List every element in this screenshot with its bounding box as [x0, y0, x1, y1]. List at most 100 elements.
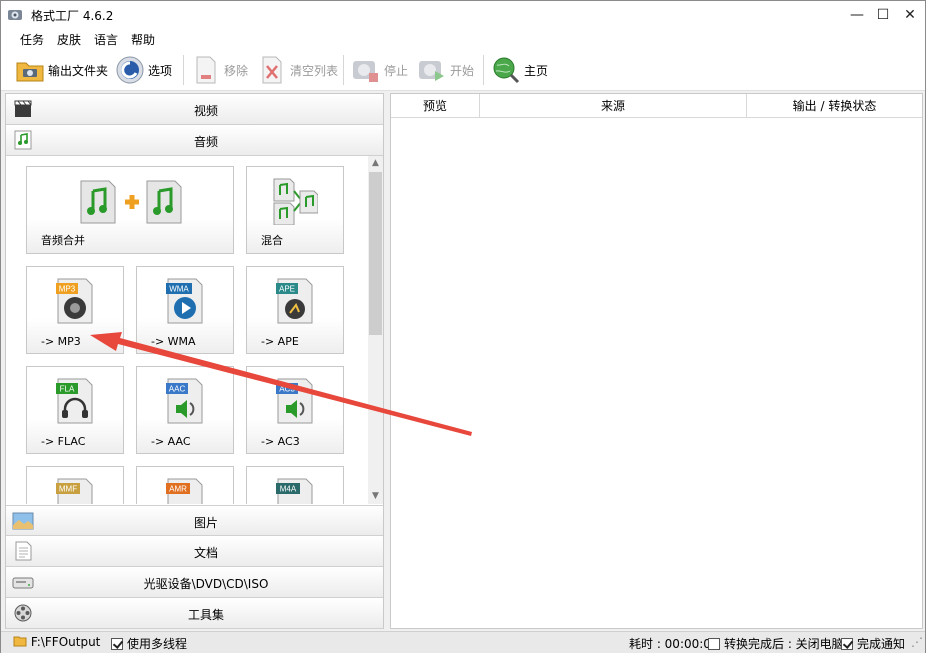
category-audio[interactable]: 音频 [6, 125, 383, 156]
audio-mix-label: 混合 [261, 234, 283, 247]
output-folder-label: 输出文件夹 [48, 63, 109, 78]
to-ac3-label: -> AC3 [261, 435, 300, 448]
audio-mix-tile[interactable]: 混合 [246, 166, 344, 254]
checkbox-checked-icon [841, 638, 853, 650]
ape-headphone-icon: APE [247, 277, 343, 325]
remove-button[interactable]: 移除 [191, 53, 248, 87]
options-label: 选项 [148, 63, 173, 78]
category-video[interactable]: 视频 [6, 94, 383, 125]
to-amr-tile[interactable]: AMR [136, 466, 234, 504]
category-document[interactable]: 文档 [6, 536, 383, 567]
mp3-badge: MP3 [59, 285, 76, 294]
status-bar: F:\FFOutput 使用多线程 耗时 : 00:00:00 转换完成后 : … [1, 631, 925, 653]
remove-label: 移除 [224, 63, 249, 78]
checkbox-unchecked-icon [708, 638, 720, 650]
home-label: 主页 [524, 63, 549, 78]
clear-list-button[interactable]: 清空列表 [257, 53, 338, 87]
after-convert-label: 转换完成后 : 关闭电脑 [724, 637, 844, 651]
to-ac3-tile[interactable]: AC3 -> AC3 [246, 366, 344, 454]
maximize-button[interactable]: ☐ [869, 1, 897, 29]
to-ape-tile[interactable]: APE -> APE [246, 266, 344, 354]
category-document-label: 文档 [193, 546, 218, 560]
app-logo-icon [8, 10, 22, 20]
scroll-up-arrow-icon[interactable]: ▲ [368, 156, 383, 171]
amr-badge: AMR [169, 485, 187, 494]
flac-headphone-icon: FLA [27, 377, 123, 425]
start-label: 开始 [450, 63, 475, 78]
m4a-icon: M4A [247, 477, 343, 504]
category-tools-label: 工具集 [187, 608, 224, 622]
start-icon [417, 55, 447, 85]
options-button[interactable]: 选项 [115, 53, 172, 87]
audio-tools-grid: 音频合并 混合 MP3 -> MP3 WMA -> WMA APE -> APE… [6, 156, 383, 504]
to-flac-label: -> FLAC [41, 435, 86, 448]
start-button[interactable]: 开始 [417, 53, 474, 87]
ac3-badge: AC3 [279, 385, 295, 394]
minimize-button[interactable]: — [843, 1, 871, 29]
elapsed-time: 耗时 : 00:00:00 [629, 637, 719, 651]
stop-icon [351, 55, 381, 85]
menu-language[interactable]: 语言 [94, 31, 118, 48]
audio-mix-icon [247, 177, 343, 225]
task-list: 预览 来源 输出 / 转换状态 [390, 93, 923, 629]
clear-list-label: 清空列表 [290, 63, 339, 78]
wma-badge: WMA [169, 285, 189, 294]
to-aac-label: -> AAC [151, 435, 191, 448]
amr-icon: AMR [137, 477, 233, 504]
column-preview[interactable]: 预览 [391, 94, 480, 118]
category-image[interactable]: 图片 [6, 505, 383, 536]
to-m4a-tile[interactable]: M4A [246, 466, 344, 504]
mmf-icon: MMF [27, 477, 123, 504]
globe-search-icon [491, 55, 521, 85]
to-flac-tile[interactable]: FLA -> FLAC [26, 366, 124, 454]
to-mmf-tile[interactable]: MMF [26, 466, 124, 504]
audio-grid-scrollbar[interactable]: ▲ ▼ [368, 156, 383, 504]
after-convert-checkbox[interactable]: 转换完成后 : 关闭电脑 [708, 635, 844, 652]
category-tools[interactable]: 工具集 [6, 598, 383, 629]
toolbar-separator [483, 55, 484, 85]
category-audio-label: 音频 [193, 135, 218, 149]
to-wma-tile[interactable]: WMA -> WMA [136, 266, 234, 354]
folder-icon [15, 55, 45, 85]
menu-skin[interactable]: 皮肤 [57, 31, 81, 48]
home-button[interactable]: 主页 [491, 53, 548, 87]
clear-list-icon [257, 55, 287, 85]
output-folder-status[interactable]: F:\FFOutput [13, 635, 100, 649]
category-optical[interactable]: 光驱设备\DVD\CD\ISO [6, 567, 383, 598]
notify-checkbox[interactable]: 完成通知 [841, 635, 905, 652]
resize-grip-icon[interactable]: ⋰ [911, 635, 923, 649]
close-button[interactable]: ✕ [896, 1, 924, 29]
menu-task[interactable]: 任务 [20, 31, 44, 48]
multithread-checkbox[interactable]: 使用多线程 [111, 635, 187, 652]
to-mp3-tile[interactable]: MP3 -> MP3 [26, 266, 124, 354]
stop-label: 停止 [384, 63, 409, 78]
audio-merge-tile[interactable]: 音频合并 [26, 166, 234, 254]
menu-help[interactable]: 帮助 [131, 31, 155, 48]
multithread-label: 使用多线程 [127, 637, 188, 651]
scroll-thumb[interactable] [369, 172, 382, 335]
gear-icon [115, 55, 145, 85]
toolbar-separator [343, 55, 344, 85]
toolbar-separator [183, 55, 184, 85]
wma-play-icon: WMA [137, 277, 233, 325]
to-wma-label: -> WMA [151, 335, 196, 348]
category-video-label: 视频 [193, 104, 218, 118]
mp3-speaker-icon: MP3 [27, 277, 123, 325]
menu-bar: 任务 皮肤 语言 帮助 [1, 29, 925, 49]
column-output-status[interactable]: 输出 / 转换状态 [747, 94, 922, 118]
audio-merge-label: 音频合并 [41, 234, 85, 247]
ape-badge: APE [279, 285, 295, 294]
category-image-label: 图片 [193, 516, 218, 530]
aac-speaker-icon: AAC [137, 377, 233, 425]
scroll-down-arrow-icon[interactable]: ▼ [368, 489, 383, 504]
to-ape-label: -> APE [261, 335, 299, 348]
app-window: 格式工厂 4.6.2 — ☐ ✕ 任务 皮肤 语言 帮助 输出文件夹 选项 移除… [0, 0, 926, 653]
column-source[interactable]: 来源 [480, 94, 747, 118]
mmf-badge: MMF [59, 485, 77, 494]
output-folder-button[interactable]: 输出文件夹 [15, 53, 108, 87]
stop-button[interactable]: 停止 [351, 53, 408, 87]
toolbar: 输出文件夹 选项 移除 清空列表 停止 开始 主页 [1, 49, 925, 91]
to-aac-tile[interactable]: AAC -> AAC [136, 366, 234, 454]
category-optical-label: 光驱设备\DVD\CD\ISO [143, 577, 269, 591]
aac-badge: AAC [169, 385, 186, 394]
